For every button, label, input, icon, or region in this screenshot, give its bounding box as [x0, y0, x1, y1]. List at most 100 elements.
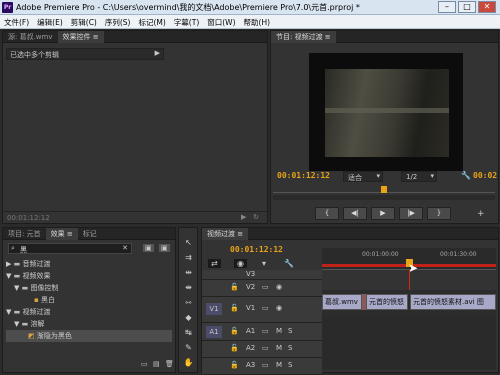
tree-item-audio-transitions[interactable]: ▶ ▬ 音频过渡 [6, 258, 172, 270]
video-frame-stripe [325, 108, 449, 113]
maximize-button[interactable]: □ [458, 1, 476, 13]
tab-program[interactable]: 节目: 视频过渡 ≡ [271, 31, 336, 43]
eye-icon[interactable]: ◉ [276, 283, 282, 291]
source-patch-a1[interactable]: A1 [206, 326, 222, 338]
lock-icon[interactable]: 🔓 [230, 304, 239, 312]
resolution-dropdown-value: 1/2 [406, 173, 418, 181]
chevron-down-icon: ▾ [376, 172, 380, 180]
track-header-a3: 🔓 A3 ▭ M S [202, 358, 322, 375]
play-button[interactable]: ▶ [371, 207, 395, 220]
sync-lock-icon[interactable]: ▭ [262, 344, 269, 352]
menu-edit[interactable]: 编辑(E) [33, 15, 67, 30]
lock-icon[interactable]: 🔓 [230, 344, 239, 352]
trash-icon[interactable]: 🗑 [165, 360, 174, 368]
effects-panel: 项目: 元首 效果 ≡ 标记 ⌕ 黑 ✕ ▣ ▣ ▶ ▬ 音频过渡 ▼ ▬ 视频效果… [2, 227, 176, 373]
tree-item-video-effects[interactable]: ▼ ▬ 视频效果 [6, 270, 172, 282]
menu-file[interactable]: 文件(F) [0, 15, 33, 30]
ripple-edit-tool-icon[interactable]: ⇹ [182, 266, 195, 279]
mute-button[interactable]: M [276, 361, 282, 369]
track-name: V1 [246, 304, 256, 312]
link-icon[interactable]: ◉ [234, 259, 247, 268]
program-scrubber[interactable] [273, 186, 495, 193]
collapse-arrow-icon: ▼ [14, 320, 22, 328]
fit-dropdown[interactable]: 适合 ▾ [343, 171, 383, 182]
clip[interactable]: 元首的愤怒素材.avi 图 [410, 294, 496, 310]
tree-item-dissolve[interactable]: ▼ ▬ 溶解 [6, 318, 172, 330]
32bit-effects-icon[interactable]: ▣ [159, 244, 170, 252]
tab-project[interactable]: 项目: 元首 [3, 228, 46, 240]
tree-item-black-white[interactable]: ▪ 黑白 [6, 294, 172, 306]
rolling-edit-tool-icon[interactable]: ⇼ [182, 281, 195, 294]
tree-item-video-transitions[interactable]: ▼ ▬ 视频过渡 [6, 306, 172, 318]
mark-in-button[interactable]: { [315, 207, 339, 220]
solo-button[interactable]: S [288, 361, 292, 369]
solo-button[interactable]: S [288, 344, 292, 352]
hand-tool-icon[interactable]: ✋ [182, 356, 195, 369]
selection-tool-icon[interactable]: ↖ [182, 236, 195, 249]
tab-markers[interactable]: 标记 [78, 228, 102, 240]
menu-marker[interactable]: 标记(M) [134, 15, 169, 30]
pen-tool-icon[interactable]: ✎ [182, 341, 195, 354]
track-select-tool-icon[interactable]: ⇉ [182, 251, 195, 264]
new-item-icon[interactable]: ▤ [153, 360, 160, 368]
lock-icon[interactable]: 🔓 [230, 361, 239, 369]
snap-icon[interactable]: ⇄ [208, 259, 221, 268]
add-button-icon[interactable]: + [477, 209, 485, 219]
tab-effect-controls[interactable]: 效果控件 ≡ [57, 31, 104, 43]
clip[interactable]: 元首的愤怒 [366, 294, 408, 310]
effects-search-input[interactable]: ⌕ 黑 ✕ [8, 243, 132, 254]
collapse-arrow-icon: ▼ [14, 284, 22, 292]
razor-tool-icon[interactable]: ◆ [182, 311, 195, 324]
sync-lock-icon[interactable]: ▭ [262, 327, 269, 335]
program-zoom-bar[interactable] [273, 195, 495, 200]
menu-help[interactable]: 帮助(H) [240, 15, 275, 30]
timeline-panel: 视频过渡 ≡ 00:01:12:12 ⇄ ◉ ▾ 🔧 00:01:00:00 0… [201, 227, 499, 375]
new-bin-icon[interactable]: ▭ [141, 360, 148, 368]
lock-icon[interactable]: 🔓 [230, 283, 239, 291]
tab-effects[interactable]: 效果 ≡ [45, 228, 78, 240]
track-name: V3 [246, 270, 256, 278]
clear-search-icon[interactable]: ✕ [122, 244, 128, 252]
menu-sequence[interactable]: 序列(S) [101, 15, 135, 30]
menu-title[interactable]: 字幕(T) [170, 15, 203, 30]
effect-icon: ▪ [34, 296, 41, 304]
program-controls-row: 00:01:12:12 适合 ▾ 1/2 ▾ 🔧 00:02 [275, 171, 499, 183]
source-patch-v1[interactable]: V1 [206, 303, 222, 315]
search-icon: ⌕ [11, 244, 15, 252]
resolution-dropdown[interactable]: 1/2 ▾ [401, 171, 437, 182]
effects-tree: ▶ ▬ 音频过渡 ▼ ▬ 视频效果 ▼ ▬ 图像控制 ▪ 黑白 ▼ ▬ 视频过渡… [6, 258, 172, 342]
mute-button[interactable]: M [276, 327, 282, 335]
expand-arrow-icon[interactable]: ▶ [155, 49, 160, 57]
mute-button[interactable]: M [276, 344, 282, 352]
step-forward-button[interactable]: |▶ [399, 207, 423, 220]
lock-icon[interactable]: 🔓 [230, 327, 239, 335]
premiere-app-icon: Pr [2, 2, 13, 13]
accelerated-effects-icon[interactable]: ▣ [143, 244, 154, 252]
wrench-icon[interactable]: 🔧 [461, 171, 471, 180]
close-button[interactable]: ✕ [478, 1, 496, 13]
solo-button[interactable]: S [288, 327, 292, 335]
clip[interactable]: 葛叔.wmv [322, 294, 362, 310]
sync-lock-icon[interactable]: ▭ [262, 283, 269, 291]
tree-item-dip-to-black[interactable]: ◩ 渐隐为黑色 [6, 330, 172, 342]
slip-tool-icon[interactable]: ↹ [182, 326, 195, 339]
menu-clip[interactable]: 剪辑(C) [67, 15, 101, 30]
program-playhead[interactable] [381, 186, 387, 193]
wrench-icon[interactable]: 🔧 [284, 259, 294, 268]
play-icon[interactable]: ▶ [241, 213, 246, 221]
track-header-v2: 🔓 V2 ▭ ◉ [202, 280, 322, 297]
menu-window[interactable]: 窗口(W) [203, 15, 239, 30]
rate-stretch-tool-icon[interactable]: ⇿ [182, 296, 195, 309]
tab-source[interactable]: 源: 葛叔.wmv [3, 31, 58, 43]
mark-out-button[interactable]: } [427, 207, 451, 220]
sync-lock-icon[interactable]: ▭ [262, 304, 269, 312]
add-marker-icon[interactable]: ▾ [262, 259, 266, 268]
video-preview [309, 53, 463, 171]
loop-icon[interactable]: ↻ [253, 213, 259, 221]
minimize-button[interactable]: – [438, 1, 456, 13]
sync-lock-icon[interactable]: ▭ [262, 361, 269, 369]
step-back-button[interactable]: ◀| [343, 207, 367, 220]
tree-item-image-control[interactable]: ▼ ▬ 图像控制 [6, 282, 172, 294]
tab-sequence[interactable]: 视频过渡 ≡ [202, 228, 249, 240]
eye-icon[interactable]: ◉ [276, 304, 282, 312]
